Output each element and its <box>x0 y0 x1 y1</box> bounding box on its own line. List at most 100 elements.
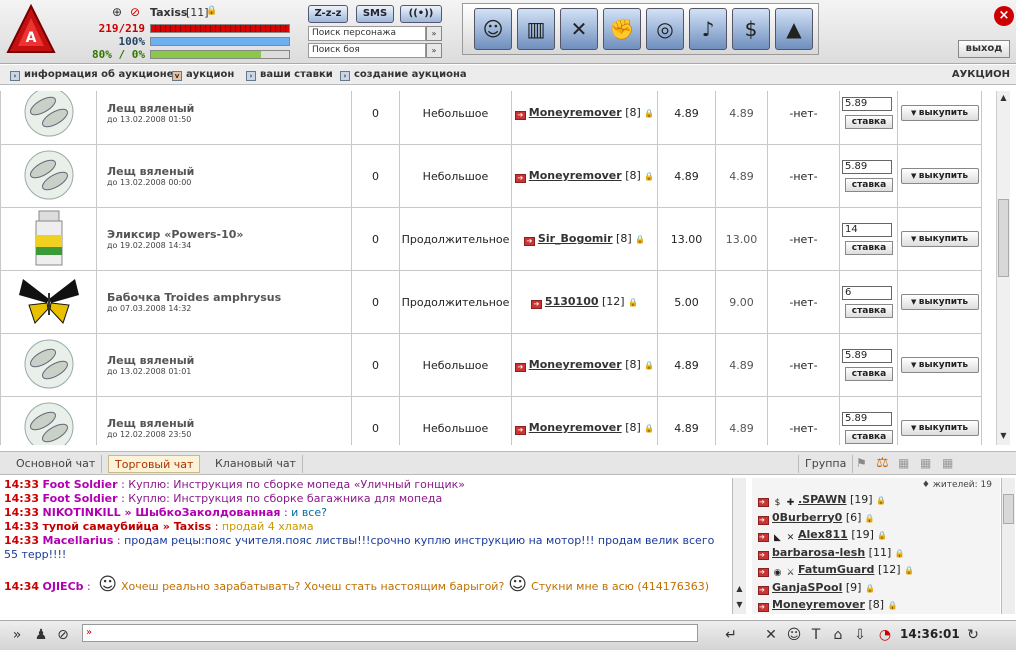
filter-3-icon[interactable]: ▦ <box>942 456 953 470</box>
user-name[interactable]: .SPAWN <box>798 493 847 506</box>
text-icon[interactable]: T <box>807 626 825 644</box>
close-icon[interactable]: × <box>994 6 1014 26</box>
private-message-icon[interactable]: ➔ <box>758 533 769 542</box>
scales-icon[interactable]: ⚖ <box>876 455 889 471</box>
message-author[interactable]: Foot Soldier <box>43 492 118 505</box>
user-name[interactable]: 0Burberry0 <box>772 511 842 524</box>
send-icon[interactable]: ↵ <box>722 626 740 644</box>
person-search-input[interactable]: Поиск персонажа <box>308 26 426 41</box>
user-list-item[interactable]: ➔ Moneyremover [8] 🔒 <box>758 597 1000 614</box>
private-message-icon[interactable]: ➔ <box>758 550 769 560</box>
buyout-button[interactable]: ▼ выкупить <box>900 105 979 121</box>
scroll-down-icon[interactable]: ▼ <box>998 431 1009 441</box>
message-author[interactable]: тупой самаубийца » Taxiss <box>43 520 212 533</box>
sms-button[interactable]: SMS <box>356 5 394 23</box>
message-author[interactable]: Macellarius <box>43 534 114 547</box>
bid-button[interactable]: ставка <box>845 115 893 129</box>
no-icon[interactable]: ⊘ <box>130 5 140 19</box>
private-message-icon[interactable]: ➔ <box>758 515 769 525</box>
item-name[interactable]: Лещ вяленый <box>107 165 351 178</box>
filter-2-icon[interactable]: ▦ <box>920 456 931 470</box>
clear-icon[interactable]: ✕ <box>762 626 780 644</box>
user-name[interactable]: Moneyremover <box>772 598 865 611</box>
fight-button[interactable]: ✊ <box>603 8 641 50</box>
private-message-icon[interactable]: ➔ <box>758 603 769 612</box>
private-message-icon[interactable]: ➔ <box>523 237 535 246</box>
map-button[interactable]: ✕ <box>560 8 598 50</box>
bid-input[interactable]: 6 <box>842 286 892 300</box>
seller-name[interactable]: Sir_Bogomir <box>538 232 613 245</box>
refresh-icon[interactable]: ↻ <box>964 626 982 644</box>
bid-button[interactable]: ставка <box>845 178 893 192</box>
tab-auction[interactable]: v аукцион <box>172 68 234 82</box>
private-message-icon[interactable]: ➔ <box>514 111 526 120</box>
timer-icon[interactable]: ◔ <box>876 626 894 644</box>
translit-icon[interactable]: ⌂ <box>829 626 847 644</box>
item-name[interactable]: Эликсир «Powers-10» <box>107 228 351 241</box>
exit-button[interactable]: выход <box>958 40 1010 58</box>
private-message-icon[interactable]: ➔ <box>530 300 542 309</box>
user-name[interactable]: FatumGuard <box>798 563 874 576</box>
chat-scrollbar[interactable]: ▲ ▼ <box>732 478 746 614</box>
item-image[interactable] <box>0 270 97 334</box>
seller-name[interactable]: Moneyremover <box>529 106 622 119</box>
bid-input[interactable]: 5.89 <box>842 349 892 363</box>
user-name[interactable]: Alex811 <box>798 528 848 541</box>
bid-button[interactable]: ставка <box>845 304 893 318</box>
message-time[interactable]: 14:34 <box>4 580 39 593</box>
bid-button[interactable]: ставка <box>845 367 893 381</box>
item-image[interactable] <box>0 144 97 208</box>
player-name[interactable]: Taxiss <box>150 6 187 19</box>
message-time[interactable]: 14:33 <box>4 478 39 491</box>
education-button[interactable]: ▲ <box>775 8 813 50</box>
person-search-go-button[interactable]: » <box>426 26 442 41</box>
target-button[interactable]: ◎ <box>646 8 684 50</box>
item-name[interactable]: Лещ вяленый <box>107 417 351 430</box>
bid-button[interactable]: ставка <box>845 241 893 255</box>
buyout-button[interactable]: ▼ выкупить <box>900 168 979 184</box>
scroll-thumb[interactable] <box>998 199 1009 277</box>
bid-button[interactable]: ставка <box>845 430 893 444</box>
message-time[interactable]: 14:33 <box>4 534 39 547</box>
bid-input[interactable]: 5.89 <box>842 412 892 426</box>
user-list-item[interactable]: ➔ ◉ ⚔ FatumGuard [12] 🔒 <box>758 562 1000 580</box>
private-message-icon[interactable]: ➔ <box>514 363 526 372</box>
tab-clan-chat[interactable]: Клановый чат <box>209 455 303 473</box>
buyout-button[interactable]: ▼ выкупить <box>900 357 979 373</box>
seller-name[interactable]: Moneyremover <box>529 358 622 371</box>
user-list-item[interactable]: ➔ $ ✚ .SPAWN [19] 🔒 <box>758 492 1000 510</box>
smile-icon[interactable]: ☺ <box>785 626 803 644</box>
person-icon[interactable]: ♟ <box>32 626 50 644</box>
bid-input[interactable]: 5.89 <box>842 160 892 174</box>
user-name[interactable]: barbarosa-lesh <box>772 546 865 559</box>
private-message-icon[interactable]: ➔ <box>758 568 769 577</box>
friends-button[interactable]: ((•)) <box>400 5 442 23</box>
battle-search-input[interactable]: Поиск боя <box>308 43 426 58</box>
block-icon[interactable]: ⊘ <box>54 626 72 644</box>
message-author[interactable]: NIKOTINKILL » ШыбкоЗаколдованная <box>43 506 281 519</box>
seller-name[interactable]: Moneyremover <box>529 169 622 182</box>
message-time[interactable]: 14:33 <box>4 506 39 519</box>
money-button[interactable]: $ <box>732 8 770 50</box>
tab-trade-chat[interactable]: Торговый чат <box>108 455 201 473</box>
buyout-button[interactable]: ▼ выкупить <box>900 420 979 436</box>
chat-message-input[interactable]: » <box>82 624 698 642</box>
user-list-item[interactable]: ➔ GanjaSPool [9] 🔒 <box>758 580 1000 598</box>
auction-scrollbar[interactable]: ▲ ▼ <box>996 91 1010 445</box>
message-author[interactable]: OJIECb <box>43 580 84 593</box>
private-message-icon[interactable]: ➔ <box>514 174 526 183</box>
group-button[interactable]: Группа <box>798 455 854 473</box>
fast-forward-icon[interactable]: » <box>8 626 26 644</box>
tab-main-chat[interactable]: Основной чат <box>10 455 103 473</box>
user-list-item[interactable]: ➔ 0Burberry0 [6] 🔒 <box>758 510 1000 528</box>
message-time[interactable]: 14:33 <box>4 520 39 533</box>
battle-search-go-button[interactable]: » <box>426 43 442 58</box>
scroll-thumb[interactable] <box>1003 494 1014 524</box>
scroll-up-icon[interactable]: ▲ <box>734 584 745 594</box>
tab-create-auction[interactable]: › создание аукциона <box>340 68 467 82</box>
tab-your-bids[interactable]: › ваши ставки <box>246 68 333 82</box>
item-image[interactable] <box>0 207 97 271</box>
buyout-button[interactable]: ▼ выкупить <box>900 294 979 310</box>
city-button[interactable]: ▥ <box>517 8 555 50</box>
scroll-up-icon[interactable]: ▲ <box>998 93 1009 103</box>
